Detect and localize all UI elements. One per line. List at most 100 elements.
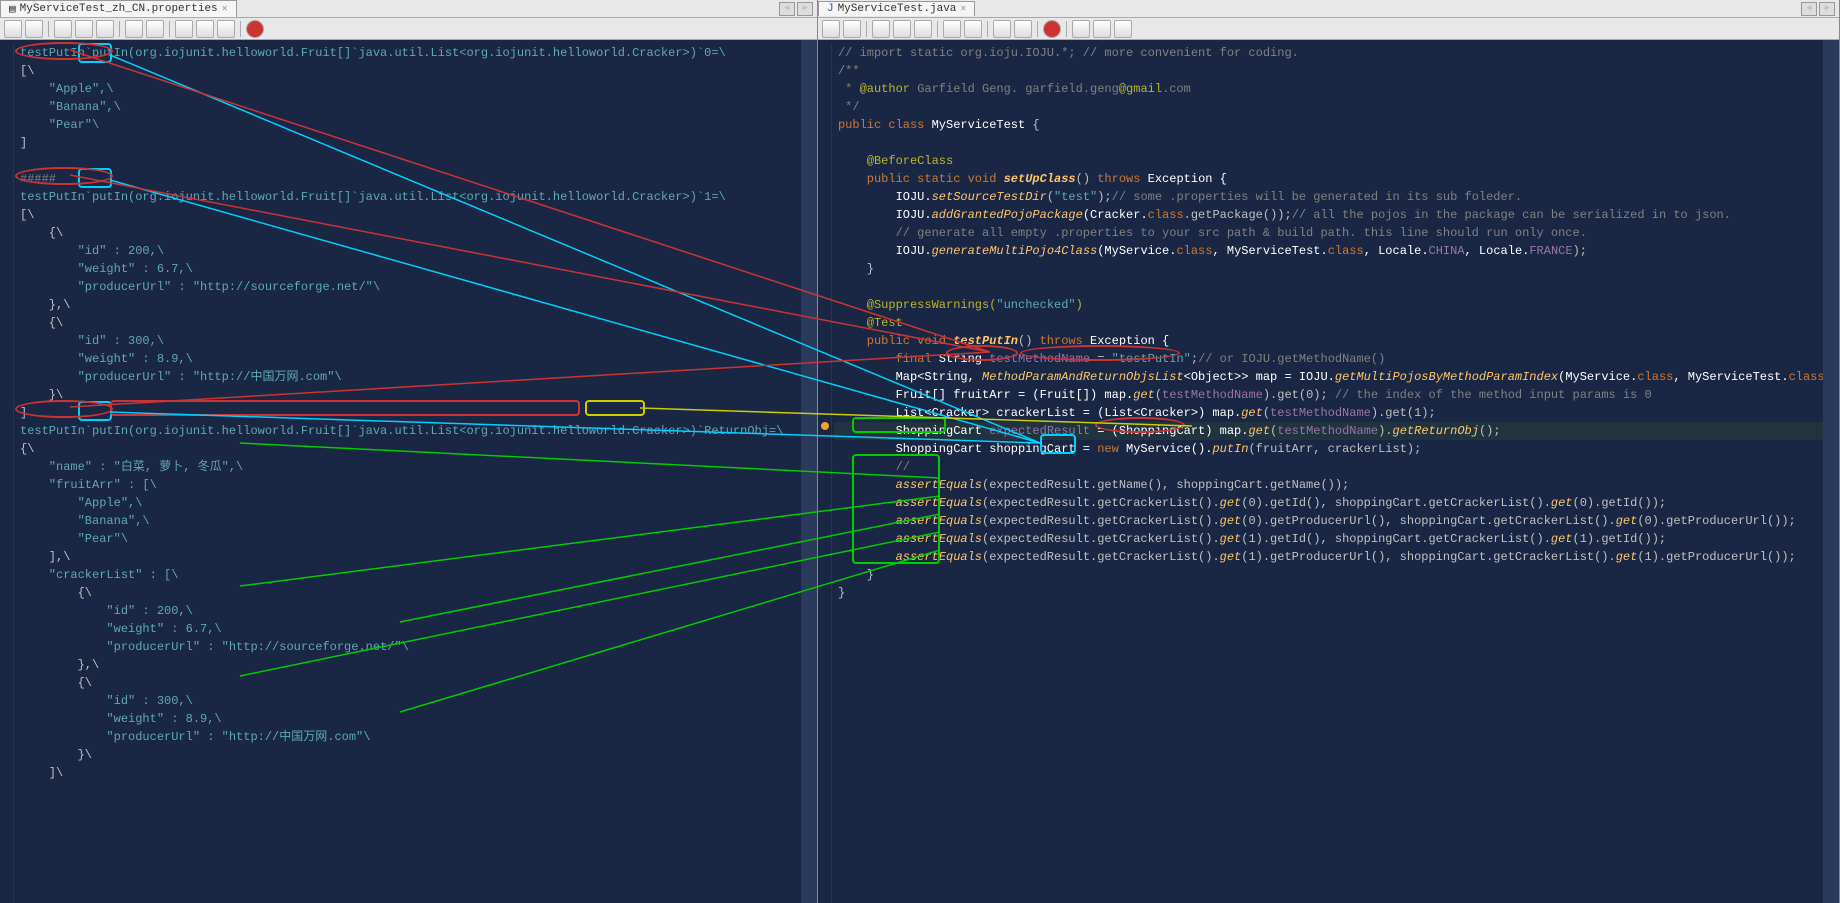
nav-right-icon[interactable]: ► <box>1819 2 1835 16</box>
code-line[interactable]: {\ <box>16 674 817 692</box>
left-tab[interactable]: ▤ MyServiceTest_zh_CN.properties ✕ <box>0 0 237 17</box>
toolbar-btn[interactable] <box>196 20 214 38</box>
code-line[interactable]: IOJU.addGrantedPojoPackage(Cracker.class… <box>834 206 1839 224</box>
code-line[interactable]: assertEquals(expectedResult.getCrackerLi… <box>834 512 1839 530</box>
toolbar-btn[interactable] <box>822 20 840 38</box>
code-line[interactable]: "Banana",\ <box>16 98 817 116</box>
toolbar-btn[interactable] <box>25 20 43 38</box>
code-line[interactable]: } <box>834 584 1839 602</box>
code-line[interactable]: Map<String, MethodParamAndReturnObjsList… <box>834 368 1839 386</box>
code-line[interactable]: public void testPutIn() throws Exception… <box>834 332 1839 350</box>
nav-left-icon[interactable]: ◄ <box>779 2 795 16</box>
code-line[interactable]: ] <box>16 134 817 152</box>
toolbar-btn[interactable] <box>146 20 164 38</box>
code-line[interactable]: ] <box>16 404 817 422</box>
code-line[interactable]: IOJU.generateMultiPojo4Class(MyService.c… <box>834 242 1839 260</box>
code-line[interactable]: * @author Garfield Geng. garfield.geng@g… <box>834 80 1839 98</box>
code-line[interactable]: },\ <box>16 656 817 674</box>
toolbar-btn[interactable] <box>1093 20 1111 38</box>
code-line[interactable]: [\ <box>16 206 817 224</box>
code-line[interactable]: } <box>834 566 1839 584</box>
code-line[interactable]: {\ <box>16 584 817 602</box>
toolbar-btn[interactable] <box>1072 20 1090 38</box>
toolbar-btn[interactable] <box>4 20 22 38</box>
code-line[interactable]: }\ <box>16 386 817 404</box>
toolbar-btn[interactable] <box>843 20 861 38</box>
toolbar-btn[interactable] <box>125 20 143 38</box>
code-line[interactable]: "weight" : 6.7,\ <box>16 620 817 638</box>
code-line[interactable]: "id" : 200,\ <box>16 242 817 260</box>
toolbar-btn[interactable] <box>993 20 1011 38</box>
code-line[interactable]: assertEquals(expectedResult.getCrackerLi… <box>834 548 1839 566</box>
toolbar-btn[interactable] <box>217 20 235 38</box>
code-line[interactable] <box>834 278 1839 296</box>
code-line[interactable]: */ <box>834 98 1839 116</box>
code-line[interactable]: ShoppingCart expectedResult = (ShoppingC… <box>834 422 1839 440</box>
code-line[interactable]: assertEquals(expectedResult.getCrackerLi… <box>834 530 1839 548</box>
code-line[interactable]: /** <box>834 62 1839 80</box>
code-line[interactable]: {\ <box>16 314 817 332</box>
code-line[interactable]: @SuppressWarnings("unchecked") <box>834 296 1839 314</box>
code-line[interactable]: // <box>834 458 1839 476</box>
toolbar-btn[interactable] <box>175 20 193 38</box>
code-line[interactable]: "weight" : 8.9,\ <box>16 710 817 728</box>
code-line[interactable]: "id" : 200,\ <box>16 602 817 620</box>
code-line[interactable]: Fruit[] fruitArr = (Fruit[]) map.get(tes… <box>834 386 1839 404</box>
close-icon[interactable]: ✕ <box>960 3 966 15</box>
code-line[interactable]: } <box>834 260 1839 278</box>
code-line[interactable]: assertEquals(expectedResult.getCrackerLi… <box>834 494 1839 512</box>
code-line[interactable]: "Pear"\ <box>16 116 817 134</box>
code-line[interactable]: // import static org.ioju.IOJU.*; // mor… <box>834 44 1839 62</box>
code-line[interactable]: public class MyServiceTest { <box>834 116 1839 134</box>
code-line[interactable]: @Test <box>834 314 1839 332</box>
code-line[interactable]: "name" : "白菜, 萝卜, 冬瓜",\ <box>16 458 817 476</box>
code-line[interactable] <box>834 134 1839 152</box>
right-tab[interactable]: J MyServiceTest.java ✕ <box>818 1 975 16</box>
nav-left-icon[interactable]: ◄ <box>1801 2 1817 16</box>
code-line[interactable]: // generate all empty .properties to you… <box>834 224 1839 242</box>
code-line[interactable]: "id" : 300,\ <box>16 692 817 710</box>
code-line[interactable]: "weight" : 6.7,\ <box>16 260 817 278</box>
code-line[interactable]: }\ <box>16 746 817 764</box>
code-line[interactable]: [\ <box>16 62 817 80</box>
code-line[interactable]: "Pear"\ <box>16 530 817 548</box>
toolbar-btn[interactable] <box>872 20 890 38</box>
breakpoint-icon[interactable] <box>1043 20 1061 38</box>
toolbar-btn[interactable] <box>96 20 114 38</box>
code-line[interactable]: "Banana",\ <box>16 512 817 530</box>
code-line[interactable]: testPutIn`putIn(org.iojunit.helloworld.F… <box>16 188 817 206</box>
code-line[interactable]: "producerUrl" : "http://sourceforge.net/… <box>16 638 817 656</box>
toolbar-btn[interactable] <box>914 20 932 38</box>
toolbar-btn[interactable] <box>964 20 982 38</box>
toolbar-btn[interactable] <box>1014 20 1032 38</box>
code-line[interactable]: "Apple",\ <box>16 494 817 512</box>
toolbar-btn[interactable] <box>75 20 93 38</box>
code-line[interactable]: assertEquals(expectedResult.getName(), s… <box>834 476 1839 494</box>
code-line[interactable]: List<Cracker> crackerList = (List<Cracke… <box>834 404 1839 422</box>
code-line[interactable]: {\ <box>16 440 817 458</box>
toolbar-btn[interactable] <box>893 20 911 38</box>
vertical-scrollbar[interactable] <box>801 40 817 903</box>
left-editor[interactable]: testPutIn`putIn(org.iojunit.helloworld.F… <box>0 40 817 903</box>
code-line[interactable]: testPutIn`putIn(org.iojunit.helloworld.F… <box>16 422 817 440</box>
code-line[interactable]: "producerUrl" : "http://中国万网.com"\ <box>16 368 817 386</box>
code-line[interactable]: public static void setUpClass() throws E… <box>834 170 1839 188</box>
code-line[interactable]: @BeforeClass <box>834 152 1839 170</box>
code-line[interactable]: "id" : 300,\ <box>16 332 817 350</box>
breakpoint-icon[interactable] <box>246 20 264 38</box>
code-line[interactable]: testPutIn`putIn(org.iojunit.helloworld.F… <box>16 44 817 62</box>
code-line[interactable]: "producerUrl" : "http://sourceforge.net/… <box>16 278 817 296</box>
toolbar-btn[interactable] <box>943 20 961 38</box>
code-line[interactable]: ],\ <box>16 548 817 566</box>
toolbar-btn[interactable] <box>54 20 72 38</box>
nav-right-icon[interactable]: ► <box>797 2 813 16</box>
code-line[interactable]: },\ <box>16 296 817 314</box>
code-line[interactable]: {\ <box>16 224 817 242</box>
code-line[interactable]: "producerUrl" : "http://中国万网.com"\ <box>16 728 817 746</box>
toolbar-btn[interactable] <box>1114 20 1132 38</box>
code-line[interactable]: "Apple",\ <box>16 80 817 98</box>
code-line[interactable] <box>16 152 817 170</box>
lightbulb-icon[interactable] <box>821 422 829 430</box>
vertical-scrollbar[interactable] <box>1823 40 1839 903</box>
code-line[interactable]: "weight" : 8.9,\ <box>16 350 817 368</box>
